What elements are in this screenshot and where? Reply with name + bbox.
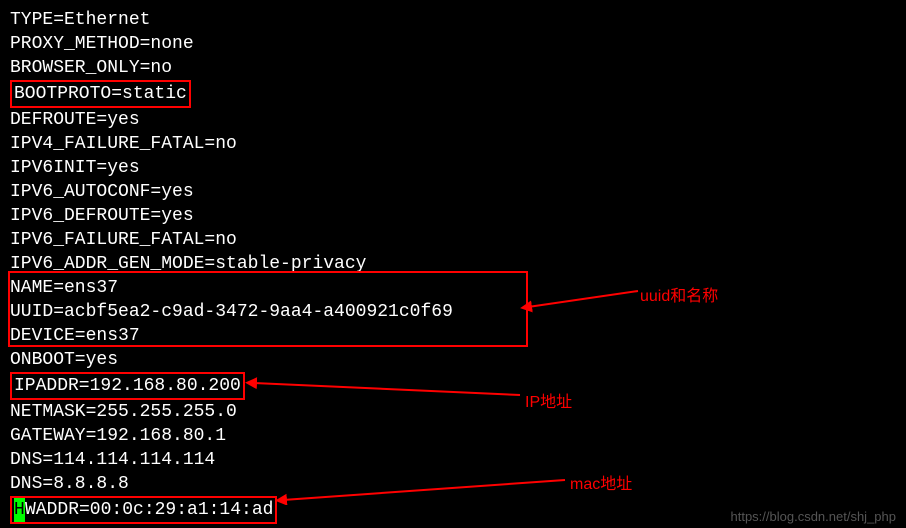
config-line-bootproto: BOOTPROTO=static [10, 80, 896, 108]
annotation-uuid: uuid和名称 [640, 282, 718, 306]
config-line: IPV6_FAILURE_FATAL=no [10, 228, 896, 252]
config-line: NETMASK=255.255.255.0 [10, 400, 896, 424]
watermark: https://blog.csdn.net/shj_php [730, 509, 896, 524]
annotation-ip: IP地址 [525, 388, 572, 412]
highlight-uuid-block [8, 271, 528, 347]
annotation-mac: mac地址 [570, 470, 632, 494]
config-line: DNS=114.114.114.114 [10, 448, 896, 472]
config-line: IPV6_AUTOCONF=yes [10, 180, 896, 204]
config-line: GATEWAY=192.168.80.1 [10, 424, 896, 448]
config-line: IPV4_FAILURE_FATAL=no [10, 132, 896, 156]
cursor: H [14, 498, 25, 522]
config-line: IPV6INIT=yes [10, 156, 896, 180]
config-line: ONBOOT=yes [10, 348, 896, 372]
config-line: DNS=8.8.8.8 [10, 472, 896, 496]
config-line: TYPE=Ethernet [10, 8, 896, 32]
config-line: PROXY_METHOD=none [10, 32, 896, 56]
config-line: BROWSER_ONLY=no [10, 56, 896, 80]
config-line: IPV6_DEFROUTE=yes [10, 204, 896, 228]
config-line-ipaddr: IPADDR=192.168.80.200 [10, 372, 896, 400]
config-line: DEFROUTE=yes [10, 108, 896, 132]
